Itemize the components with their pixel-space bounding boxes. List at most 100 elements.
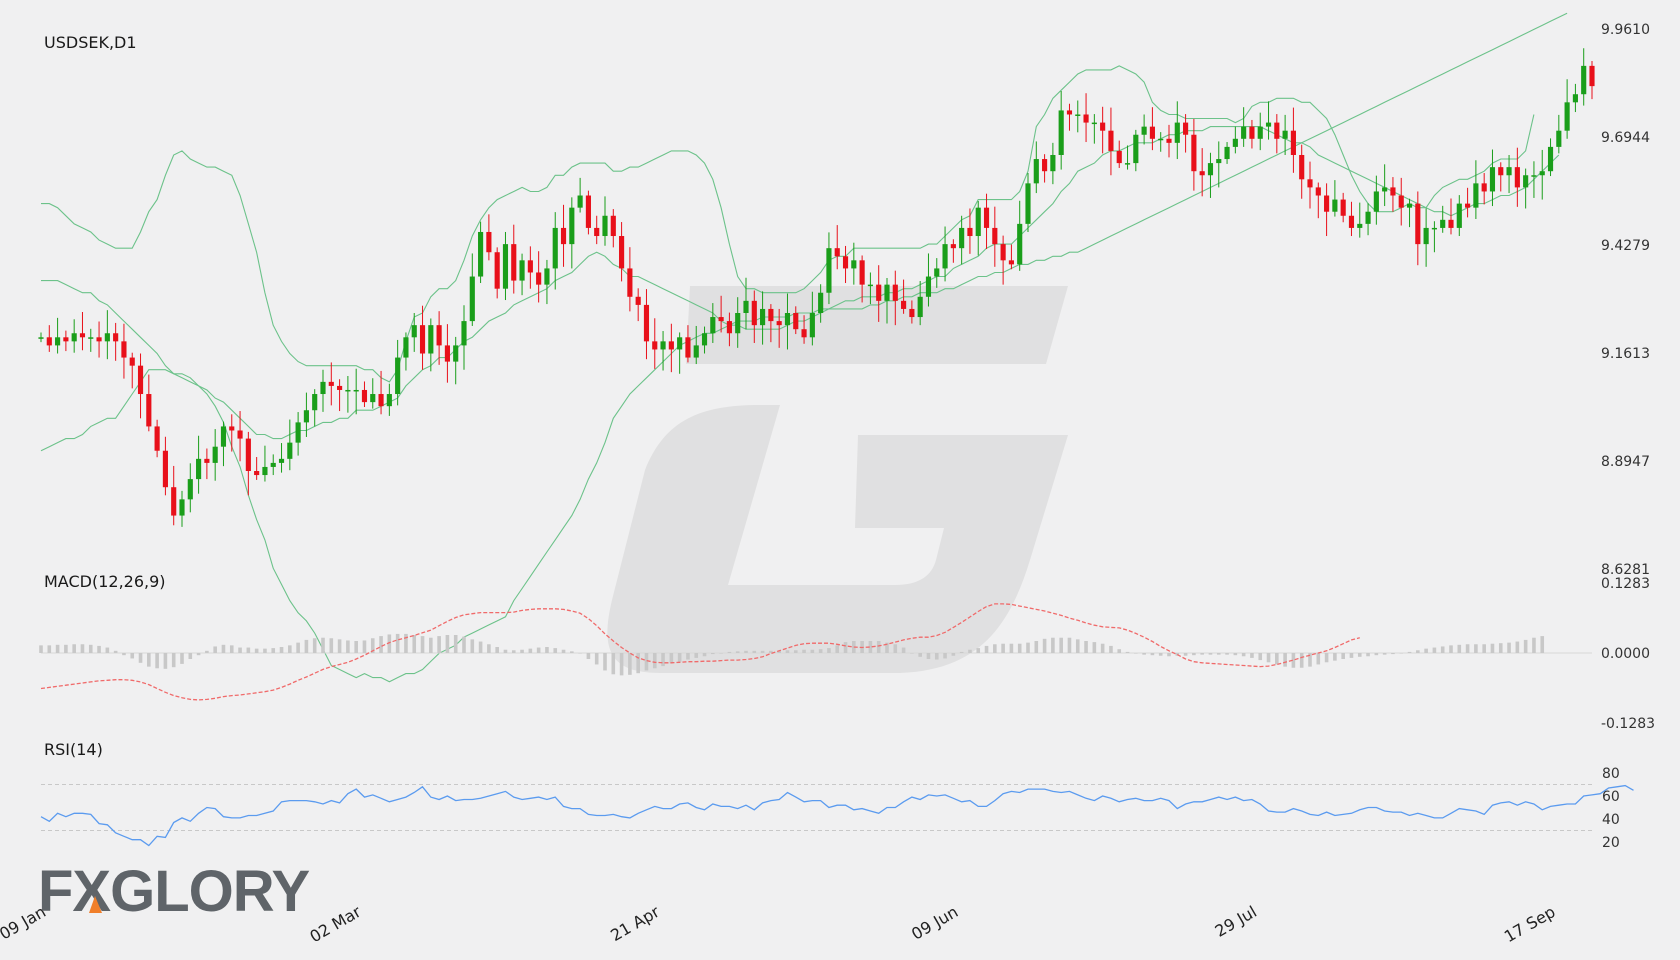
candle-down [1398,195,1404,208]
macd-bar [628,653,632,675]
macd-bar [196,653,201,656]
candle-up [735,312,741,334]
candle-up [1158,138,1164,141]
macd-bar [1540,636,1545,653]
candle-down [1042,159,1048,172]
candle-down [361,389,368,403]
candle-up [1282,130,1288,139]
macd-bar [1075,639,1080,653]
macd-bar [603,653,607,671]
macd-bar [1117,649,1122,653]
candle-up [1489,167,1496,192]
candle-up [743,300,749,313]
macd-bar [918,653,922,657]
candle-down [892,284,898,301]
macd-bar [1059,637,1063,653]
macd-bar [1017,643,1022,653]
macd-tick-label: 0.1283 [1601,576,1650,592]
candle-up [1224,146,1230,160]
macd-bar [1507,642,1511,653]
candle-down [1008,260,1014,265]
macd-bar [503,649,508,653]
macd-bar [445,634,450,653]
candle-up [1058,110,1064,155]
macd-bar [1208,653,1213,655]
candle-down [1290,130,1296,155]
macd-bar [586,653,591,660]
candle-down [1066,110,1073,115]
macd-bar [1333,653,1337,661]
macd-bar [968,649,972,653]
macd-bar [702,653,707,657]
candle-down [494,252,500,289]
macd-bar [876,640,881,653]
candle-down [909,308,915,318]
macd-bar [478,641,483,653]
macd-bar [1051,637,1055,653]
candle-up [287,442,293,459]
candle-up [179,499,185,516]
macd-bar [1109,645,1113,653]
candle-up [784,312,791,326]
candle-up [196,458,202,480]
candle-up [519,260,525,281]
macd-bar [785,650,790,653]
candle-up [1050,154,1056,172]
macd-bar [346,640,350,653]
price-tick-label: 8.8947 [1601,454,1650,470]
macd-bar [959,651,964,653]
candle-down [560,227,567,245]
candle-down [751,300,757,326]
candle-up [1265,122,1272,127]
macd-bar [1490,643,1495,653]
macd-bar [213,646,217,653]
macd-bar [229,645,234,653]
macd-bar [1100,643,1105,653]
candle-down [378,394,384,407]
price-tick-label: 9.4279 [1601,238,1650,254]
candle-down [635,296,641,305]
candle-down [129,357,135,366]
macd-bar [55,644,60,653]
candle-up [411,325,417,338]
candle-up [577,195,583,208]
candle-down [1589,65,1595,87]
candle-up [693,345,699,358]
rsi-tick-label: 60 [1602,789,1620,805]
candle-down [171,487,177,516]
candle-down [685,337,691,358]
candle-up [1033,159,1039,184]
macd-bar [39,645,43,653]
candle-down [237,430,243,439]
candle-up [303,410,309,423]
candle-up [453,345,459,362]
macd-bar [1250,653,1254,658]
logo-wordmark: FXGLORY [38,859,310,924]
macd-bar [619,653,624,676]
candle-up [1539,171,1545,176]
macd-bar [412,634,417,653]
candle-down [229,426,235,431]
candle-up [220,426,227,447]
chart-canvas: USDSEK,D1 MACD(12,26,9) RSI(14) 9.9610 9.… [0,12,1655,946]
macd-bar [528,648,533,653]
macd-bar [652,653,657,669]
candle-up [701,333,708,346]
candle-up [917,296,923,318]
candle-down [983,207,990,228]
price-tick-label: 9.9610 [1601,22,1650,38]
candle-down [337,385,343,390]
macd-bar [1324,653,1329,663]
candle-up [1456,203,1462,228]
candle-up [1216,159,1222,164]
candle-down [801,329,807,338]
date-tick-label: 09 Jun [908,902,961,944]
macd-bar [1042,638,1047,653]
candle-down [619,236,625,269]
date-tick-label: 17 Sep [1501,902,1559,946]
candle-down [1481,183,1487,192]
candle-down [162,450,168,488]
candle-down [768,308,774,322]
candle-down [610,215,616,237]
macd-bar [1134,653,1138,654]
